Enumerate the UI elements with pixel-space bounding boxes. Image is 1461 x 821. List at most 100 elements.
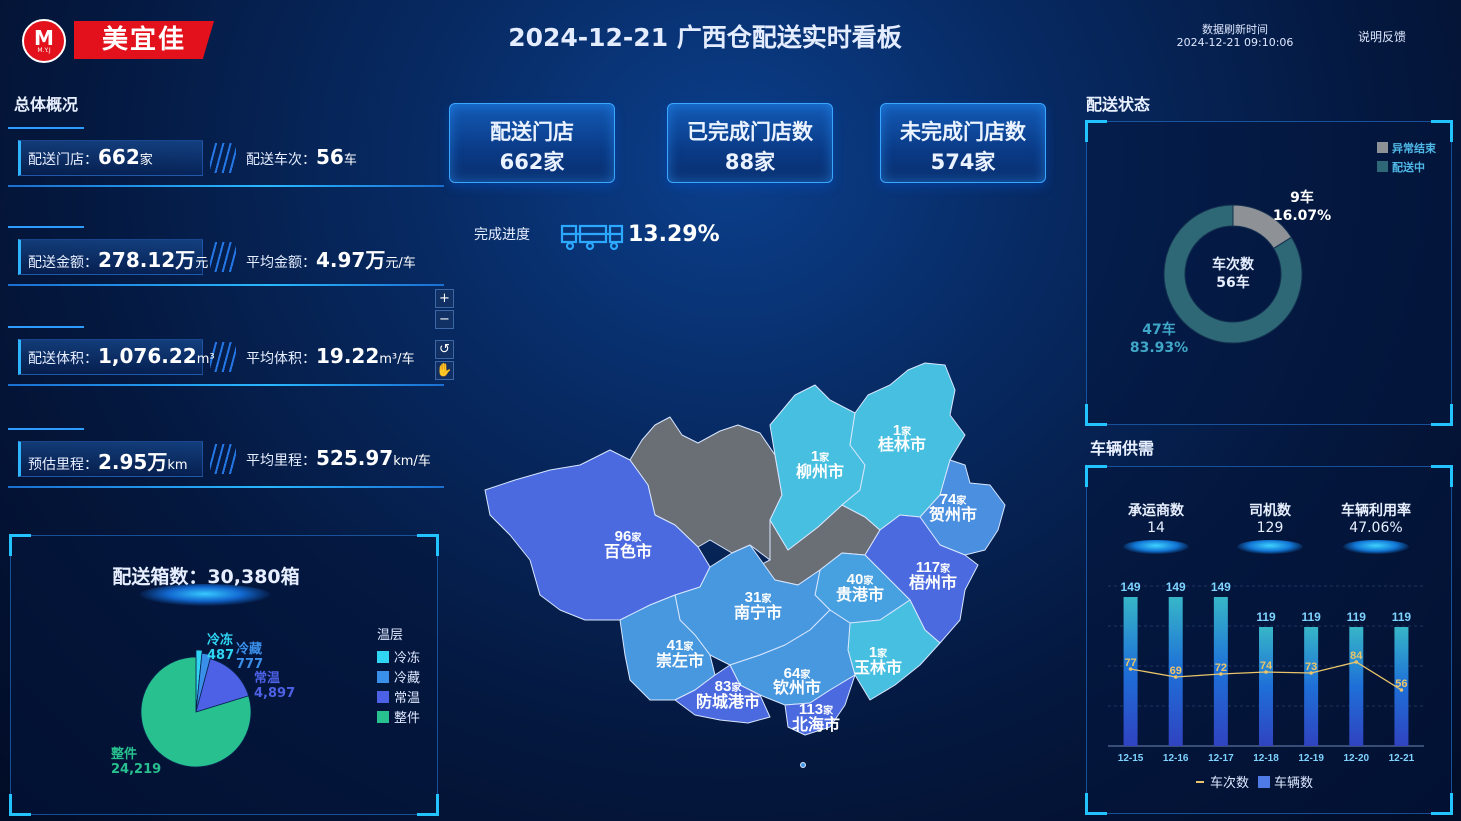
stat-label: 平均体积：	[246, 351, 316, 367]
overview-title: 总体概况	[14, 95, 79, 114]
slice-pct-abnormal: 16.07%	[1273, 208, 1331, 224]
region-name-label: 北海市	[792, 715, 840, 734]
stat-unit: 车	[343, 153, 357, 168]
stat-unit: km	[167, 458, 188, 473]
delivery-donut-chart: 异常结束配送中 车次数 56车 9车 16.07% 47车 83.93%	[1130, 141, 1437, 356]
divider-slashes	[210, 444, 236, 474]
stat-label: 预估里程：	[28, 457, 98, 473]
vehicle-bar[interactable]	[1259, 627, 1273, 746]
card-completed: 已完成门店数 88家	[667, 103, 833, 183]
stat-unit: m³	[196, 352, 215, 367]
refresh-time: 2024-12-21 09:10:06	[1176, 36, 1294, 49]
stat-label: 平均里程：	[246, 453, 316, 469]
kpi-utilization: 车辆利用率 47.06%	[1326, 500, 1426, 554]
bar-value-label: 149	[1121, 580, 1141, 594]
stat-row-mileage: 预估里程：2.95万km 平均里程：525.97km/车	[8, 428, 444, 488]
pie-value-label: 777	[236, 657, 263, 672]
stat-unit: km/车	[393, 454, 431, 469]
legend-swatch	[1377, 161, 1388, 172]
divider-slashes	[210, 143, 236, 173]
vehicle-bar[interactable]	[1349, 627, 1364, 746]
line-value-label: 73	[1305, 661, 1317, 673]
bar-value-label: 119	[1392, 610, 1412, 624]
card-value: 662家	[499, 150, 565, 174]
zoom-in-button[interactable]: +	[435, 289, 454, 308]
divider-slashes	[210, 242, 236, 272]
stat-value: 56	[316, 145, 344, 169]
legend-swatch	[377, 671, 389, 683]
kpi-carriers: 承运商数 14	[1106, 500, 1206, 554]
region-name-label: 贵港市	[836, 585, 884, 604]
zoom-out-button[interactable]: −	[435, 310, 454, 329]
legend-bar-swatch	[1258, 776, 1270, 788]
pie-category-label: 整件	[110, 746, 137, 762]
bar-value-label: 149	[1211, 580, 1231, 594]
legend-bar-label[interactable]: 车辆数	[1274, 775, 1313, 790]
legend-swatch	[377, 711, 389, 723]
legend-swatch	[377, 651, 389, 663]
vehicle-bar[interactable]	[1123, 597, 1138, 746]
x-tick-label: 12-19	[1298, 753, 1324, 764]
stat-unit: m³/车	[379, 352, 415, 367]
donut-legend-item[interactable]: 异常结束	[1392, 141, 1437, 155]
card-stores: 配送门店 662家	[449, 103, 615, 183]
kpi-label: 车辆利用率	[1341, 503, 1411, 519]
guangxi-map: 1家桂林市1家柳州市74家贺州市96家百色市117家梧州市40家贵港市31家南宁…	[484, 362, 1006, 768]
region-name-label: 桂林市	[877, 435, 926, 454]
kpi-value: 129	[1256, 520, 1284, 536]
card-value: 574家	[930, 150, 996, 174]
bar-value-label: 119	[1256, 610, 1276, 624]
region-name-label: 防城港市	[696, 692, 760, 711]
x-tick-label: 12-16	[1163, 753, 1189, 764]
slice-label-delivering: 47车	[1142, 321, 1175, 338]
line-value-label: 72	[1215, 662, 1227, 674]
region-name-label: 南宁市	[734, 603, 782, 622]
bar-value-label: 149	[1166, 580, 1186, 594]
brand-name: 美宜佳	[74, 21, 214, 59]
card-uncompleted: 未完成门店数 574家	[880, 103, 1046, 183]
boxes-pie-chart: 冷冻487 冷藏777常温4,897整件24,219 温层冷冻冷藏常温整件	[110, 628, 420, 777]
pan-hand-icon[interactable]: ✋	[435, 361, 454, 380]
vehicle-title: 车辆供需	[1090, 439, 1155, 458]
x-tick-label: 12-21	[1389, 753, 1415, 764]
pie-legend-item[interactable]: 整件	[394, 711, 420, 726]
kpi-drivers: 司机数 129	[1220, 500, 1320, 554]
delivery-status-panel: 异常结束 配送中 车次数 56车 9车 16.07% 47车 83.93%	[1085, 120, 1453, 426]
delivery-status-title: 配送状态	[1086, 95, 1151, 114]
pie-value-label: 487	[207, 648, 234, 663]
stat-label: 平均金额：	[246, 255, 316, 271]
stat-unit: 元	[195, 256, 209, 271]
stat-label: 配送车次：	[246, 152, 316, 168]
stat-unit: 元/车	[385, 256, 416, 271]
line-value-label: 84	[1350, 650, 1363, 662]
logo-mark: M M.Y.J	[22, 19, 66, 63]
bar-value-label: 119	[1347, 610, 1367, 624]
kpi-value: 14	[1147, 520, 1165, 536]
refresh-label: 数据刷新时间	[1202, 23, 1268, 36]
reset-view-icon[interactable]: ↺	[435, 340, 454, 359]
stat-value: 4.97万	[316, 248, 386, 272]
region-name-label: 贺州市	[928, 505, 977, 524]
pie-category-label: 冷冻	[207, 632, 233, 648]
legend-line-label[interactable]: 车次数	[1210, 775, 1249, 790]
stat-row-volume: 配送体积：1,076.22m³ 平均体积：19.22m³/车	[8, 326, 444, 386]
pie-legend-item[interactable]: 冷冻	[394, 650, 420, 666]
region-name-label: 柳州市	[796, 462, 844, 481]
progress-value: 13.29%	[628, 222, 720, 247]
donut-legend-item[interactable]: 配送中	[1392, 160, 1425, 174]
feedback-link[interactable]: 说明反馈	[1358, 28, 1406, 45]
vehicle-bar[interactable]	[1304, 627, 1319, 746]
pie-legend-item[interactable]: 常温	[394, 691, 420, 706]
kpi-label: 司机数	[1249, 503, 1291, 519]
stat-unit: 家	[139, 153, 153, 168]
slice-pct-delivering: 83.93%	[1130, 340, 1188, 356]
card-title: 配送门店	[490, 120, 574, 144]
line-value-label: 77	[1124, 657, 1136, 669]
stat-value: 1,076.22	[98, 344, 197, 368]
pie-category-label: 冷藏	[236, 641, 262, 657]
truck-icon	[560, 224, 624, 251]
legend-swatch	[377, 691, 389, 703]
stat-value: 19.22	[316, 344, 380, 368]
pie-legend-item[interactable]: 冷藏	[394, 671, 420, 686]
legend-swatch	[1377, 142, 1388, 153]
